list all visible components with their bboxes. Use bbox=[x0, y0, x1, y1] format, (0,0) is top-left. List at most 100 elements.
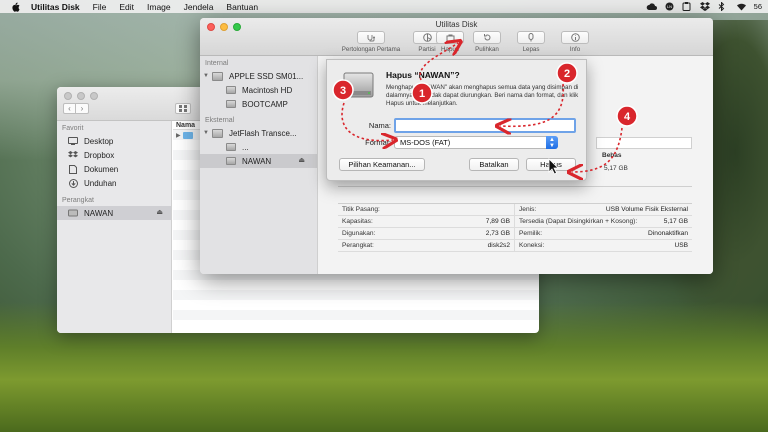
menu-app-name[interactable]: Utilitas Disk bbox=[31, 2, 80, 12]
dialog-title: Hapus “NAWAN”? bbox=[386, 70, 460, 80]
menu-edit[interactable]: Edit bbox=[119, 2, 134, 12]
table-row: Kapasitas: 7,89 GB Tersedia (Dapat Dising… bbox=[338, 216, 692, 228]
volume-icon bbox=[226, 157, 236, 165]
sidebar-item-label: Dokumen bbox=[84, 164, 119, 174]
eject-icon[interactable]: ⏏ bbox=[298, 156, 305, 164]
finder-zoom-button[interactable] bbox=[90, 92, 98, 100]
clock-text[interactable]: 56 bbox=[754, 2, 762, 11]
erase-dialog: Hapus “NAWAN”? Menghapus "NAWAN" akan me… bbox=[326, 59, 587, 181]
clipboard-icon[interactable] bbox=[682, 2, 692, 11]
download-icon bbox=[68, 178, 78, 188]
sidebar-item-nawan-volume[interactable]: NAWAN ⏏ bbox=[200, 154, 317, 168]
dialog-message: Menghapus "NAWAN" akan menghapus semua d… bbox=[386, 84, 579, 107]
disclosure-triangle-icon[interactable]: ▶ bbox=[176, 132, 181, 139]
info-key: Kapasitas: bbox=[342, 218, 373, 225]
info-value: USB Volume Fisik Eksternal bbox=[605, 206, 688, 213]
menu-window[interactable]: Jendela bbox=[184, 2, 214, 12]
back-button[interactable]: ‹ bbox=[63, 103, 76, 114]
volume-label: BOOTCAMP bbox=[242, 99, 288, 109]
info-key: Digunakan: bbox=[342, 230, 376, 237]
toolbar-label: Lepas bbox=[522, 46, 540, 53]
wifi-icon[interactable] bbox=[736, 2, 746, 11]
restore-button[interactable] bbox=[473, 31, 501, 44]
disclosure-triangle-icon[interactable]: ▼ bbox=[200, 130, 212, 136]
volume-icon bbox=[226, 86, 236, 94]
info-button[interactable] bbox=[561, 31, 589, 44]
cancel-button[interactable]: Batalkan bbox=[469, 158, 519, 171]
hard-disk-icon bbox=[212, 71, 223, 81]
disk-label: APPLE SSD SM01... bbox=[229, 71, 304, 81]
erase-icon bbox=[446, 34, 454, 41]
folder-icon bbox=[182, 131, 193, 139]
first-aid-tool[interactable]: Pertolongan Pertama bbox=[337, 31, 405, 53]
dropbox-folder-icon bbox=[68, 151, 78, 160]
usb-drive-icon bbox=[212, 128, 223, 138]
info-value: 7,89 GB bbox=[485, 218, 510, 225]
finder-minimize-button[interactable] bbox=[77, 92, 85, 100]
sidebar-item-bootcamp[interactable]: BOOTCAMP bbox=[200, 97, 317, 111]
erase-tool[interactable]: Hapus bbox=[435, 31, 465, 53]
menu-image[interactable]: Image bbox=[147, 2, 171, 12]
info-tool[interactable]: Info bbox=[553, 31, 597, 53]
security-options-button[interactable]: Pilihan Keamanan... bbox=[339, 158, 425, 171]
unmount-tool[interactable]: Lepas bbox=[509, 31, 553, 53]
sidebar-item-desktop[interactable]: Desktop bbox=[57, 134, 171, 148]
volume-label: ... bbox=[242, 142, 249, 152]
sidebar-item-macintosh-hd[interactable]: Macintosh HD bbox=[200, 83, 317, 97]
menu-file[interactable]: File bbox=[93, 2, 107, 12]
eject-icon[interactable]: ⏏ bbox=[156, 208, 163, 216]
sidebar-item-nawan[interactable]: NAWAN ⏏ bbox=[57, 206, 171, 220]
sidebar-item-dropbox[interactable]: Dropbox bbox=[57, 148, 171, 162]
finder-nav-buttons: ‹ › bbox=[63, 103, 89, 114]
cloud-icon[interactable] bbox=[646, 2, 657, 11]
info-value: disk2s2 bbox=[487, 242, 510, 249]
info-value: 5,17 GB bbox=[663, 218, 688, 225]
sidebar-item-downloads[interactable]: Unduhan bbox=[57, 176, 171, 190]
toolbar-label: Partisi bbox=[418, 46, 436, 53]
format-select[interactable]: MS-DOS (FAT) ▲ ▼ bbox=[394, 136, 558, 149]
bubble-icon[interactable]: LN bbox=[664, 2, 674, 11]
sidebar-item-documents[interactable]: Dokumen bbox=[57, 162, 171, 176]
devices-header: Perangkat bbox=[62, 197, 94, 204]
sidebar-item-jetflash[interactable]: ▼ JetFlash Transce... bbox=[200, 126, 317, 140]
volume-icon bbox=[226, 100, 236, 108]
info-key: Koneksi: bbox=[519, 242, 545, 249]
restore-tool[interactable]: Pulihkan bbox=[465, 31, 509, 53]
chevron-updown-icon: ▲ ▼ bbox=[546, 136, 558, 149]
finder-window-controls bbox=[64, 92, 98, 100]
unmount-button[interactable] bbox=[517, 31, 545, 44]
empty-row bbox=[173, 310, 539, 320]
info-key: Pemilik: bbox=[519, 230, 543, 237]
volume-label: Macintosh HD bbox=[242, 85, 293, 95]
erase-button[interactable] bbox=[436, 31, 464, 44]
volume-label: NAWAN bbox=[242, 156, 272, 166]
free-value: 5,17 GB bbox=[604, 165, 628, 172]
volume-info-table: Titik Pasang: Jenis: USB Volume Fisik Eks… bbox=[338, 203, 692, 252]
disclosure-triangle-icon[interactable]: ▼ bbox=[200, 73, 212, 79]
favorites-header: Favorit bbox=[62, 125, 84, 132]
table-row: Perangkat: disk2s2 Koneksi: USB bbox=[338, 240, 692, 252]
view-mode-button[interactable] bbox=[175, 103, 191, 114]
forward-button[interactable]: › bbox=[76, 103, 89, 114]
info-key: Tersedia (Dapat Disingkirkan + Kosong): bbox=[519, 218, 638, 225]
sidebar-item-label: NAWAN bbox=[84, 208, 114, 218]
disk-utility-toolbar[interactable]: Utilitas Disk Pertolongan Pertama Partis… bbox=[200, 18, 713, 56]
finder-close-button[interactable] bbox=[64, 92, 72, 100]
first-aid-button[interactable] bbox=[357, 31, 385, 44]
sidebar-item-apple-ssd[interactable]: ▼ APPLE SSD SM01... bbox=[200, 69, 317, 83]
name-field[interactable] bbox=[394, 118, 576, 133]
unmount-icon bbox=[528, 33, 534, 42]
bluetooth-icon[interactable] bbox=[718, 1, 728, 12]
toolbar-label: Pulihkan bbox=[475, 46, 499, 53]
capacity-bar bbox=[596, 137, 692, 149]
format-label: Format: bbox=[365, 138, 391, 147]
restore-icon bbox=[483, 34, 490, 41]
erase-confirm-button[interactable]: Hapus bbox=[526, 158, 576, 171]
apple-menu-icon[interactable] bbox=[9, 1, 21, 12]
info-key: Jenis: bbox=[519, 206, 537, 213]
sidebar-item-unnamed[interactable]: ... bbox=[200, 140, 317, 154]
dropbox-icon[interactable] bbox=[699, 2, 710, 11]
menu-help[interactable]: Bantuan bbox=[226, 2, 258, 12]
empty-row bbox=[173, 280, 539, 290]
info-key: Perangkat: bbox=[342, 242, 374, 249]
